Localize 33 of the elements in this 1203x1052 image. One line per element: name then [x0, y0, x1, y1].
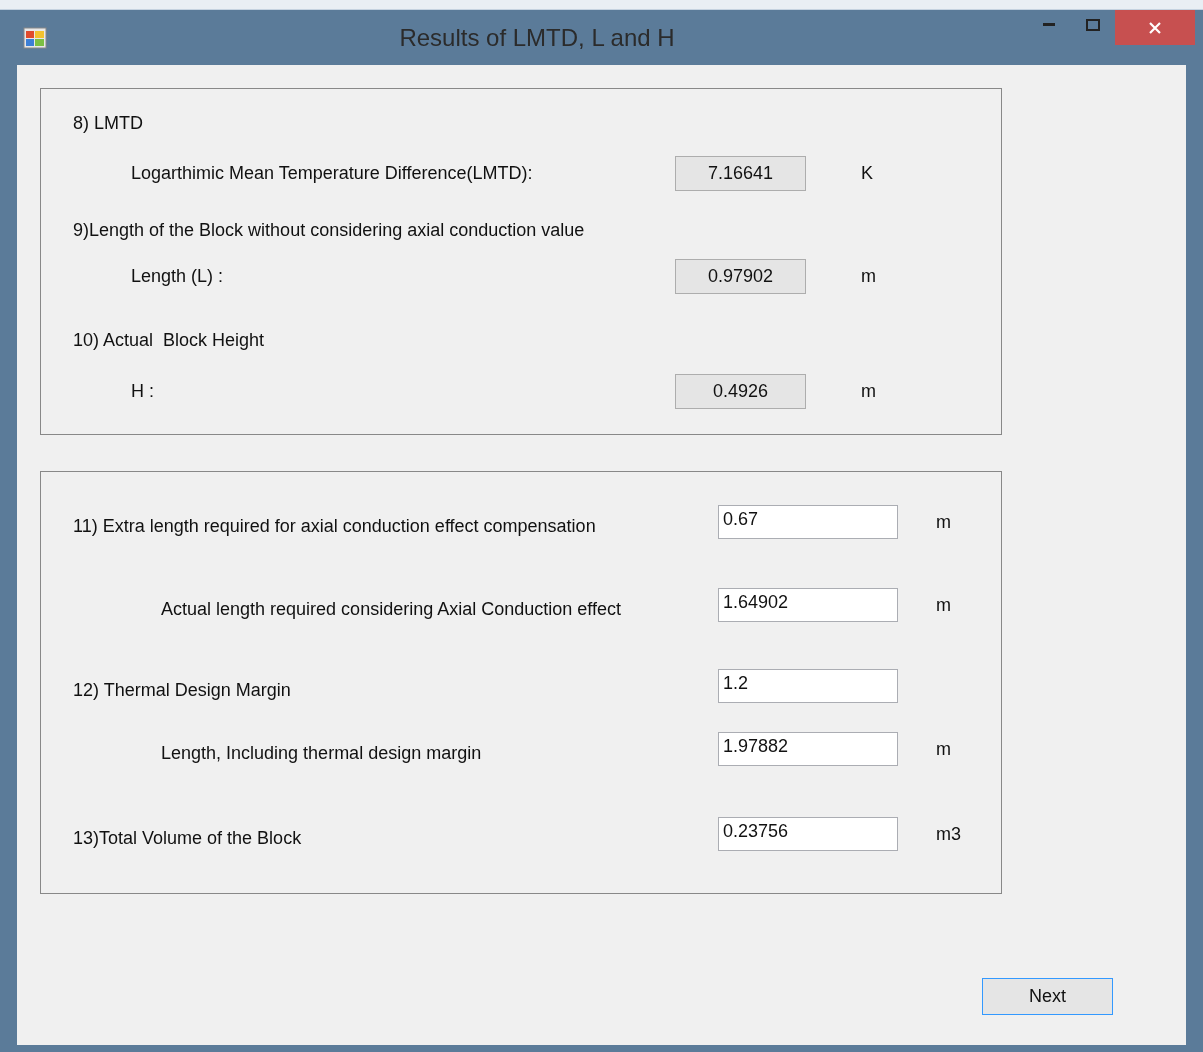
unit-label: m — [861, 265, 877, 288]
app-icon — [23, 25, 47, 50]
field-label: Logarthimic Mean Temperature Difference(LMTD): — [131, 163, 533, 183]
readout-box: 0.4926 — [675, 374, 806, 409]
window-title: Results of LMTD, L and H — [399, 22, 675, 53]
input-field[interactable]: 1.97882 — [718, 731, 898, 766]
readout-box: 7.16641 — [675, 156, 806, 191]
unit-label: m — [936, 511, 952, 534]
input-field[interactable]: 1.2 — [718, 668, 898, 703]
unit-label: m3 — [936, 823, 962, 846]
field-label: Length, Including thermal design margin — [161, 743, 482, 763]
field-label: H : — [131, 381, 154, 401]
readout-box: 0.97902 — [675, 259, 806, 294]
minimize-icon — [1043, 23, 1055, 27]
field-label: 13)Total Volume of the Block — [73, 828, 302, 848]
section-heading: 10) Actual Block Height — [73, 328, 265, 352]
unit-label: m — [861, 380, 877, 403]
input-field[interactable]: 0.67 — [718, 504, 898, 539]
close-icon — [1148, 20, 1162, 35]
section-heading: 9)Length of the Block without considering axial conduction value — [73, 218, 585, 242]
maximize-icon — [1086, 19, 1100, 31]
field-label: 12) Thermal Design Margin — [73, 680, 291, 700]
unit-label: m — [936, 738, 952, 761]
input-field[interactable]: 0.23756 — [718, 816, 898, 851]
field-label: Actual length required considering Axial Conduction effect — [161, 599, 621, 619]
close-button[interactable] — [1115, 10, 1195, 45]
field-label: Length (L) : — [131, 266, 224, 286]
input-field[interactable]: 1.64902 — [718, 587, 898, 622]
next-button[interactable]: Next — [982, 978, 1113, 1015]
section-heading: 8) LMTD — [73, 111, 143, 135]
field-label: 11) Extra length required for axial conduction effect compensation — [73, 516, 596, 536]
unit-label: K — [861, 162, 874, 185]
unit-label: m — [936, 594, 952, 617]
